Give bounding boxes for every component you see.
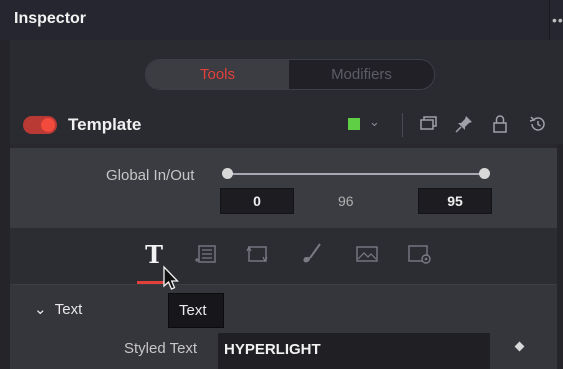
inspector-title: Inspector [14,10,87,27]
styled-text-label: Styled Text [124,340,198,357]
node-color-chip[interactable] [348,118,360,130]
pin-icon[interactable] [454,114,474,134]
range-slider-track[interactable] [228,173,484,175]
range-slider-in-handle[interactable] [222,168,233,179]
global-in-out-label: Global In/Out [106,167,195,184]
styled-text-value: HYPERLIGHT [224,341,321,358]
text-section-title: Text [54,301,83,318]
settings-tool-icon[interactable] [405,240,433,268]
node-enable-toggle[interactable] [23,116,57,134]
node-name: Template [68,115,142,134]
in-point-field[interactable]: 0 [220,188,294,214]
toolbar-divider [402,113,403,137]
tooltip-text: Text [179,302,207,319]
more-options-icon: ••• [552,12,563,28]
lock-icon[interactable] [490,114,510,134]
left-edge [0,40,10,369]
range-slider-out-handle[interactable] [479,168,490,179]
chevron-down-icon: ⌄ [34,301,47,318]
reset-icon[interactable] [528,114,548,134]
image-tool-icon[interactable] [353,240,381,268]
tab-tools[interactable]: Tools [146,60,289,89]
layout-tool-icon[interactable] [192,240,220,268]
out-point-field[interactable]: 95 [418,188,492,214]
duration-value: 96 [338,193,354,209]
chevron-down-icon[interactable]: ⌄ [369,114,380,130]
tab-switcher: Tools Modifiers [145,59,435,90]
right-edge [557,144,563,369]
tool-tabs-bar [10,228,557,285]
toggle-knob [41,118,55,132]
shading-tool-icon[interactable] [298,240,326,268]
mouse-cursor-icon [163,265,180,290]
text-section-header[interactable]: ⌄ Text [34,300,82,318]
window-icon[interactable] [418,114,438,134]
transform-tool-icon[interactable] [243,240,271,268]
tab-modifiers[interactable]: Modifiers [289,60,434,89]
more-options-button[interactable]: ••• [550,0,563,40]
tooltip: Text [168,293,224,328]
